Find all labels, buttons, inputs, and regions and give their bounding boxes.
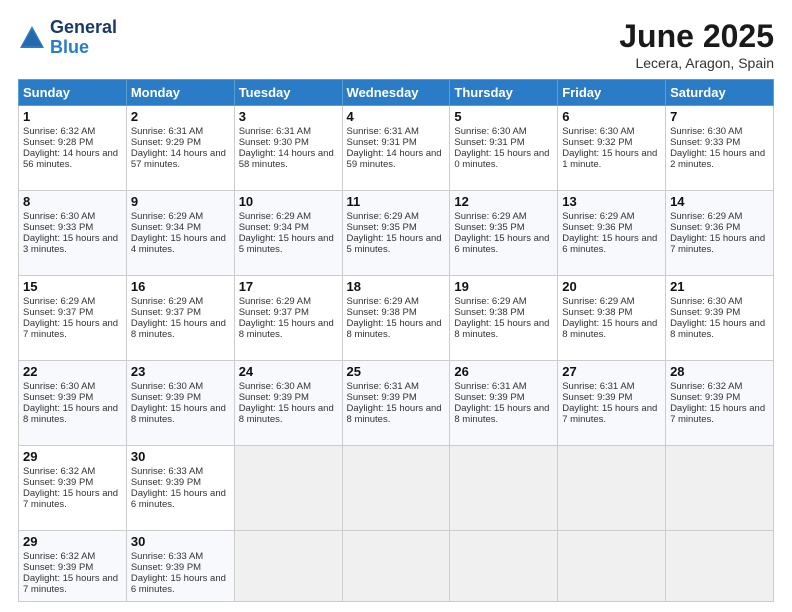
table-row: 8Sunrise: 6:30 AMSunset: 9:33 PMDaylight… <box>19 191 127 276</box>
table-row: 19Sunrise: 6:29 AMSunset: 9:38 PMDayligh… <box>450 276 558 361</box>
calendar-table: Sunday Monday Tuesday Wednesday Thursday… <box>18 79 774 602</box>
logo: General Blue <box>18 18 117 58</box>
table-row <box>342 531 450 602</box>
col-monday: Monday <box>126 80 234 106</box>
table-row: 28Sunrise: 6:32 AMSunset: 9:39 PMDayligh… <box>666 361 774 446</box>
logo-text: General Blue <box>50 18 117 58</box>
table-row: 3Sunrise: 6:31 AMSunset: 9:30 PMDaylight… <box>234 106 342 191</box>
table-row: 9Sunrise: 6:29 AMSunset: 9:34 PMDaylight… <box>126 191 234 276</box>
page: General Blue June 2025 Lecera, Aragon, S… <box>0 0 792 612</box>
location: Lecera, Aragon, Spain <box>619 55 774 71</box>
table-row: 27Sunrise: 6:31 AMSunset: 9:39 PMDayligh… <box>558 361 666 446</box>
table-row: 30Sunrise: 6:33 AMSunset: 9:39 PMDayligh… <box>126 446 234 531</box>
table-row: 4Sunrise: 6:31 AMSunset: 9:31 PMDaylight… <box>342 106 450 191</box>
table-row: 23Sunrise: 6:30 AMSunset: 9:39 PMDayligh… <box>126 361 234 446</box>
table-row: 14Sunrise: 6:29 AMSunset: 9:36 PMDayligh… <box>666 191 774 276</box>
table-row: 15Sunrise: 6:29 AMSunset: 9:37 PMDayligh… <box>19 276 127 361</box>
table-row <box>450 446 558 531</box>
table-row: 30Sunrise: 6:33 AMSunset: 9:39 PMDayligh… <box>126 531 234 602</box>
col-thursday: Thursday <box>450 80 558 106</box>
col-wednesday: Wednesday <box>342 80 450 106</box>
table-row: 21Sunrise: 6:30 AMSunset: 9:39 PMDayligh… <box>666 276 774 361</box>
table-row: 26Sunrise: 6:31 AMSunset: 9:39 PMDayligh… <box>450 361 558 446</box>
table-row: 12Sunrise: 6:29 AMSunset: 9:35 PMDayligh… <box>450 191 558 276</box>
table-row <box>666 446 774 531</box>
table-row: 22Sunrise: 6:30 AMSunset: 9:39 PMDayligh… <box>19 361 127 446</box>
table-row: 17Sunrise: 6:29 AMSunset: 9:37 PMDayligh… <box>234 276 342 361</box>
table-row: 20Sunrise: 6:29 AMSunset: 9:38 PMDayligh… <box>558 276 666 361</box>
table-row: 7Sunrise: 6:30 AMSunset: 9:33 PMDaylight… <box>666 106 774 191</box>
col-saturday: Saturday <box>666 80 774 106</box>
table-row: 11Sunrise: 6:29 AMSunset: 9:35 PMDayligh… <box>342 191 450 276</box>
table-row <box>558 531 666 602</box>
table-row: 13Sunrise: 6:29 AMSunset: 9:36 PMDayligh… <box>558 191 666 276</box>
table-row: 24Sunrise: 6:30 AMSunset: 9:39 PMDayligh… <box>234 361 342 446</box>
month-title: June 2025 <box>619 18 774 55</box>
header: General Blue June 2025 Lecera, Aragon, S… <box>18 18 774 71</box>
table-row: 29Sunrise: 6:32 AMSunset: 9:39 PMDayligh… <box>19 446 127 531</box>
col-friday: Friday <box>558 80 666 106</box>
table-row <box>234 531 342 602</box>
table-row: 6Sunrise: 6:30 AMSunset: 9:32 PMDaylight… <box>558 106 666 191</box>
calendar-header-row: Sunday Monday Tuesday Wednesday Thursday… <box>19 80 774 106</box>
table-row <box>234 446 342 531</box>
table-row <box>666 531 774 602</box>
title-section: June 2025 Lecera, Aragon, Spain <box>619 18 774 71</box>
table-row <box>558 446 666 531</box>
table-row: 29Sunrise: 6:32 AMSunset: 9:39 PMDayligh… <box>19 531 127 602</box>
table-row: 25Sunrise: 6:31 AMSunset: 9:39 PMDayligh… <box>342 361 450 446</box>
table-row: 5Sunrise: 6:30 AMSunset: 9:31 PMDaylight… <box>450 106 558 191</box>
table-row <box>342 446 450 531</box>
table-row: 18Sunrise: 6:29 AMSunset: 9:38 PMDayligh… <box>342 276 450 361</box>
logo-icon <box>18 24 46 52</box>
table-row: 16Sunrise: 6:29 AMSunset: 9:37 PMDayligh… <box>126 276 234 361</box>
table-row <box>450 531 558 602</box>
table-row: 2Sunrise: 6:31 AMSunset: 9:29 PMDaylight… <box>126 106 234 191</box>
col-tuesday: Tuesday <box>234 80 342 106</box>
table-row: 1Sunrise: 6:32 AMSunset: 9:28 PMDaylight… <box>19 106 127 191</box>
table-row: 10Sunrise: 6:29 AMSunset: 9:34 PMDayligh… <box>234 191 342 276</box>
col-sunday: Sunday <box>19 80 127 106</box>
